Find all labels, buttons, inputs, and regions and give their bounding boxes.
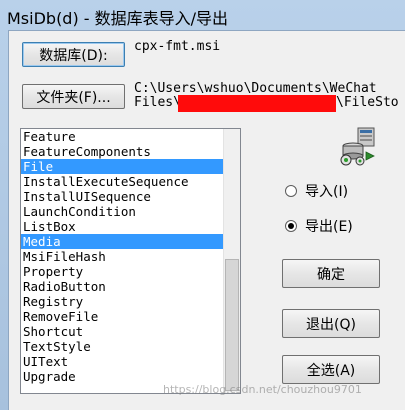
- watermark-text: https://blog.csdn.net/chouzhou9701: [163, 383, 362, 396]
- table-list-item[interactable]: Property: [21, 264, 226, 279]
- msidb-dialog-window: MsiDb(d) - 数据库表导入/导出 数据库(D): cpx-fmt.msi…: [0, 0, 405, 410]
- folder-path-line2-suffix: \FileSto: [336, 95, 399, 110]
- export-radio-circle[interactable]: [285, 220, 297, 232]
- ok-button[interactable]: 确定: [282, 259, 380, 288]
- table-list-item[interactable]: Shortcut: [21, 324, 226, 339]
- database-button-label: 数据库(D):: [39, 47, 108, 64]
- table-list-item[interactable]: FeatureComponents: [21, 144, 226, 159]
- table-list-item[interactable]: Upgrade: [21, 369, 226, 384]
- table-list-item[interactable]: InstallUISequence: [21, 189, 226, 204]
- folder-button-label: 文件夹(F)...: [36, 89, 111, 106]
- folder-button[interactable]: 文件夹(F)...: [22, 84, 125, 109]
- table-list-item[interactable]: Feature: [21, 129, 226, 144]
- folder-path-line1: C:\Users\wshuo\Documents\WeChat: [134, 81, 377, 96]
- ok-button-label: 确定: [317, 266, 345, 283]
- window-title: MsiDb(d) - 数据库表导入/导出: [7, 9, 229, 28]
- table-list-items: Feature FeatureComponents File InstallExecu…: [21, 129, 226, 384]
- select-all-button-label: 全选(A): [306, 362, 356, 379]
- folder-path-line2-prefix: Files\: [134, 95, 181, 110]
- table-list-item[interactable]: UIText: [21, 354, 226, 369]
- title-bar[interactable]: MsiDb(d) - 数据库表导入/导出: [0, 0, 405, 30]
- export-radio[interactable]: 导出(E): [285, 216, 353, 236]
- table-list-item[interactable]: MsiFileHash: [21, 249, 226, 264]
- database-filename: cpx-fmt.msi: [134, 39, 221, 54]
- listbox-scrollbar[interactable]: [223, 129, 240, 393]
- table-list-item[interactable]: TextStyle: [21, 339, 226, 354]
- table-list-item[interactable]: RadioButton: [21, 279, 226, 294]
- table-list-item[interactable]: RemoveFile: [21, 309, 226, 324]
- table-list-item[interactable]: Media: [21, 234, 226, 249]
- table-list-item[interactable]: Registry: [21, 294, 226, 309]
- table-list-item[interactable]: LaunchCondition: [21, 204, 226, 219]
- redacted-path-segment: [178, 95, 336, 112]
- scrollbar-thumb[interactable]: [225, 259, 239, 391]
- database-button[interactable]: 数据库(D):: [22, 42, 125, 67]
- table-list-item[interactable]: InstallExecuteSequence: [21, 174, 226, 189]
- exit-button[interactable]: 退出(Q): [282, 309, 380, 338]
- import-radio-circle[interactable]: [285, 185, 297, 197]
- table-listbox[interactable]: Feature FeatureComponents File InstallExecu…: [20, 128, 241, 394]
- import-radio-label: 导入(I): [305, 184, 349, 200]
- select-all-button[interactable]: 全选(A): [282, 355, 380, 384]
- msi-database-icon: [340, 127, 375, 166]
- import-radio[interactable]: 导入(I): [285, 181, 348, 201]
- export-radio-label: 导出(E): [305, 219, 353, 235]
- table-list-item[interactable]: ListBox: [21, 219, 226, 234]
- exit-button-label: 退出(Q): [306, 316, 356, 333]
- table-list-item[interactable]: File: [21, 159, 226, 174]
